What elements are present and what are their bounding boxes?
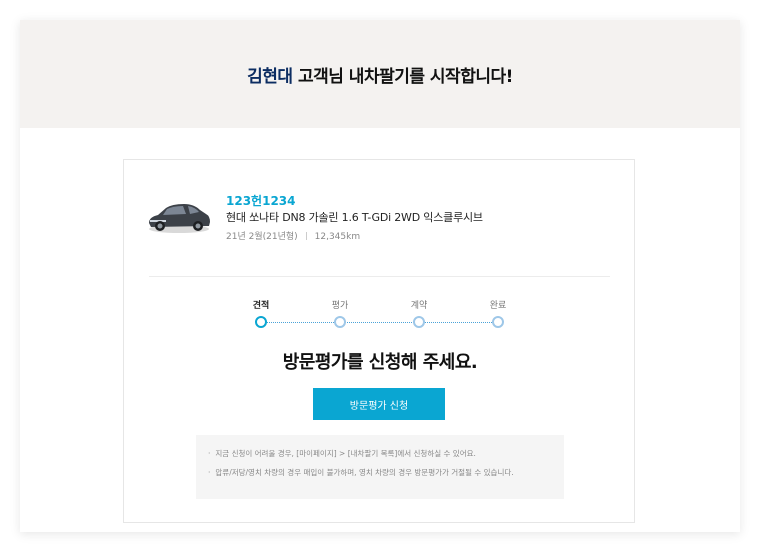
page-title: 김현대 고객님 내차팔기를 시작합니다! [247, 62, 513, 87]
step-dot-icon [413, 316, 425, 328]
progress-line [261, 322, 498, 323]
car-image [149, 204, 210, 233]
progress-steps: 견적 평가 계약 완료 [124, 298, 636, 338]
page-header: 김현대 고객님 내차팔기를 시작합니다! [20, 20, 740, 128]
main-message: 방문평가를 신청해 주세요. [282, 352, 478, 373]
title-text: 고객님 내차팔기를 시작합니다! [292, 66, 513, 87]
meta-separator [305, 232, 307, 240]
step-dot-icon [334, 316, 346, 328]
car-mileage: 12,345km [314, 232, 361, 242]
car-plate: 123헌1234 [226, 194, 296, 208]
car-year: 21년 2월(21년형) [226, 232, 298, 242]
step-label: 견적 [252, 301, 270, 311]
car-model: 현대 쏘나타 DN8 가솔린 1.6 T-GDi 2WD 익스클루시브 [226, 211, 483, 224]
step-dot-icon [492, 316, 504, 328]
note-item: 지금 신청이 어려울 경우, [마이페이지] > [내차팔기 목록]에서 신청하… [208, 449, 564, 459]
visit-evaluation-apply-button[interactable]: 방문평가 신청 [313, 388, 445, 420]
sell-car-page: 김현대 고객님 내차팔기를 시작합니다! 123헌1234 현대 쏘나타 DN8… [20, 20, 740, 532]
step-dot-icon [255, 316, 267, 328]
step-contract: 계약 [394, 298, 444, 328]
step-label: 계약 [410, 301, 428, 311]
notes-box: 지금 신청이 어려울 경우, [마이페이지] > [내차팔기 목록]에서 신청하… [196, 435, 564, 499]
step-label: 평가 [331, 301, 349, 311]
note-item: 압류/저당/영치 차량의 경우 매입이 불가하며, 영치 차량의 경우 방문평가… [208, 468, 564, 478]
divider [149, 276, 610, 277]
customer-name: 김현대 [247, 66, 293, 87]
sell-card: 123헌1234 현대 쏘나타 DN8 가솔린 1.6 T-GDi 2WD 익스… [123, 159, 635, 523]
step-complete: 완료 [473, 298, 523, 328]
car-meta: 21년 2월(21년형) 12,345km [226, 229, 360, 242]
step-label: 완료 [489, 301, 507, 311]
step-evaluation: 평가 [315, 298, 365, 328]
step-estimate: 견적 [236, 298, 286, 328]
